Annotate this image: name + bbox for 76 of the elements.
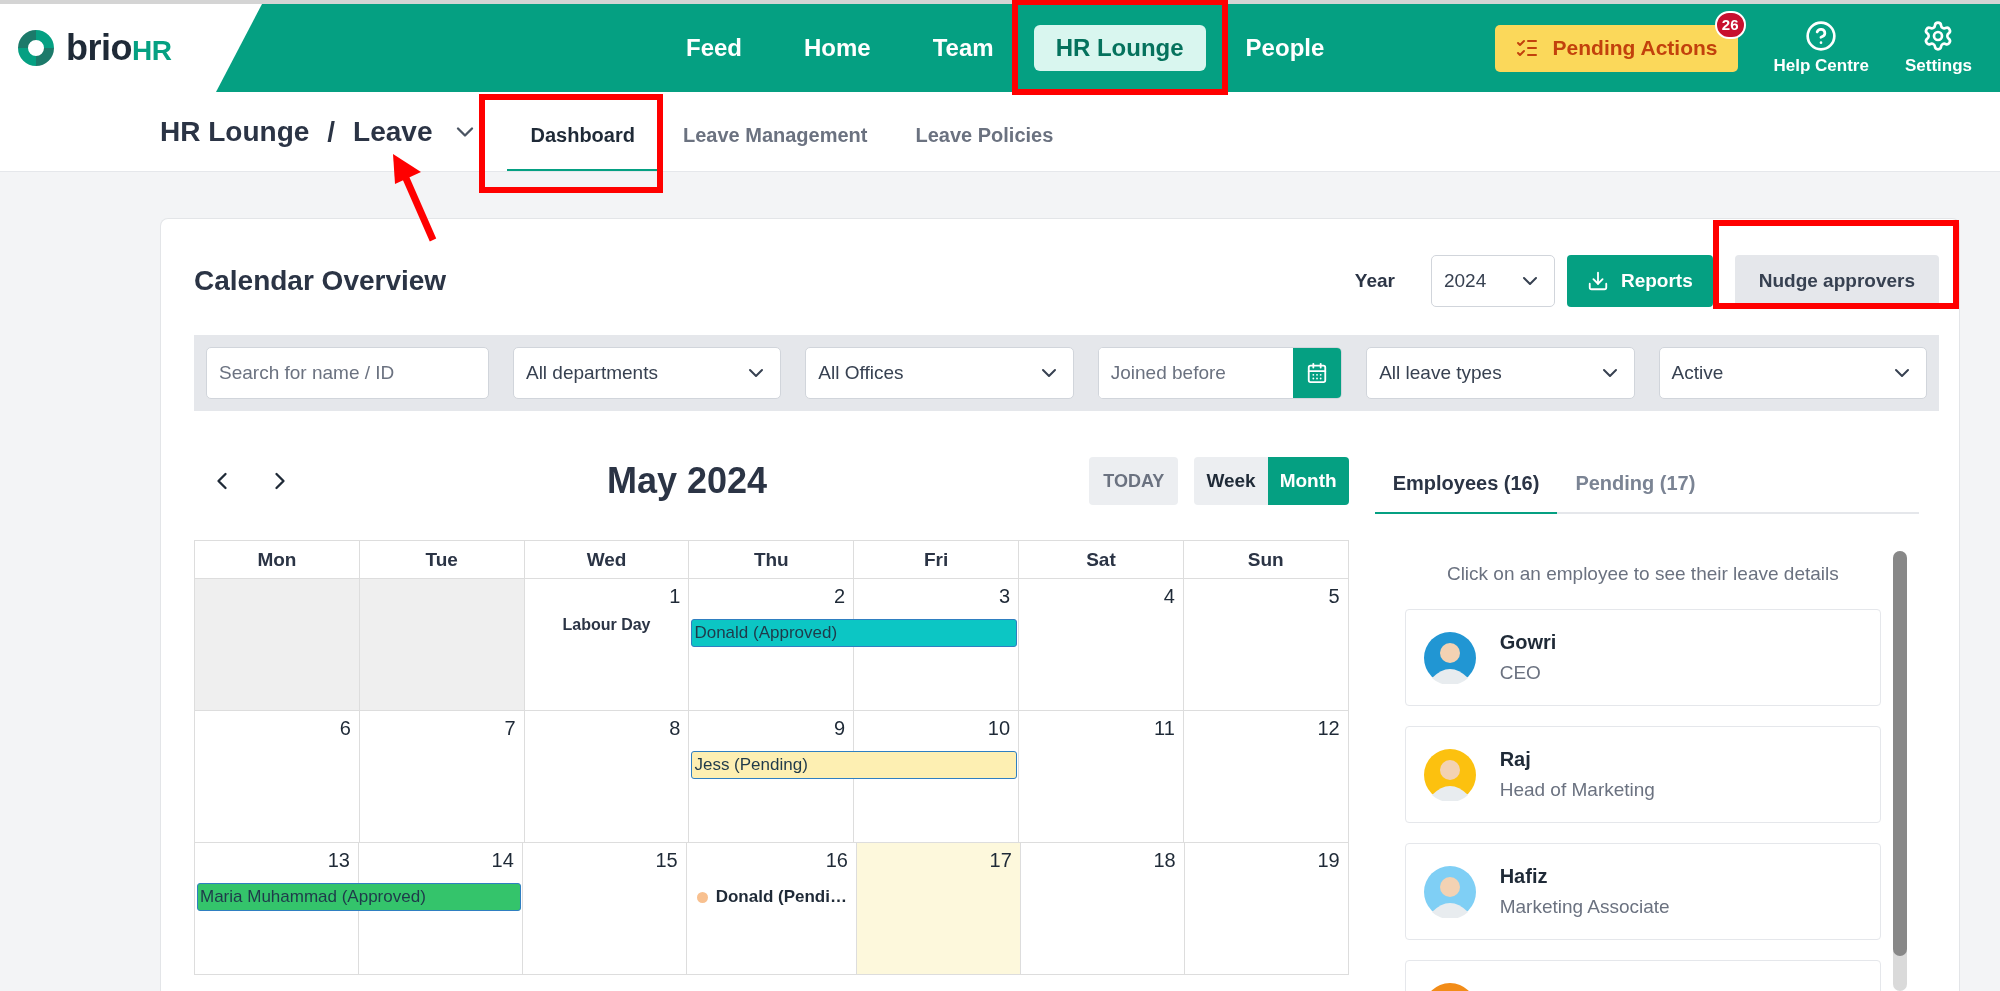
filter-dropdown[interactable]: Active (1658, 347, 1927, 399)
day-number: 18 (1153, 849, 1176, 872)
day-number: 19 (1317, 849, 1340, 872)
year-dropdown[interactable]: 2024 (1430, 255, 1555, 307)
leave-event[interactable]: Donald (Approved) (691, 619, 1018, 647)
day-number: 11 (1154, 717, 1175, 740)
day-cell[interactable]: 17 (856, 843, 1021, 975)
leave-event[interactable]: Maria Muhammad (Approved) (197, 883, 521, 911)
leave-event[interactable]: Donald (Pendi… (715, 887, 847, 907)
day-number: 13 (327, 849, 350, 872)
download-icon (1586, 270, 1609, 292)
employee-role: Head of Marketing (1499, 779, 1655, 801)
breadcrumb-section[interactable]: HR Lounge (160, 115, 310, 148)
breadcrumb-page[interactable]: Leave (353, 115, 433, 148)
day-number: 16 (825, 849, 848, 872)
today-button[interactable]: TODAY (1089, 457, 1179, 505)
calendar-icon (1306, 362, 1329, 384)
day-number: 3 (998, 585, 1011, 608)
date-field[interactable]: Joined before (1097, 347, 1343, 399)
day-number: 7 (504, 717, 516, 740)
day-cell[interactable]: 18 (1020, 843, 1185, 975)
employee-card[interactable]: Raj Head of Marketing (1404, 726, 1881, 823)
search-field[interactable]: Search for name / ID (206, 347, 489, 399)
card-title: Calendar Overview (194, 265, 447, 297)
day-number: 17 (989, 849, 1012, 872)
day-cell[interactable]: 8 (524, 711, 690, 843)
breadcrumb-separator: / (327, 115, 336, 148)
employee-role: Marketing Associate (1499, 896, 1670, 918)
scrollbar[interactable] (1893, 551, 1907, 991)
calendar-button[interactable] (1293, 348, 1342, 398)
year-label: Year (1354, 270, 1395, 292)
page-tab[interactable]: Leave Management (658, 124, 892, 171)
day-cell[interactable]: 4 (1019, 579, 1184, 711)
employee-name: Gowri (1499, 631, 1557, 654)
employee-card[interactable]: Gowri CEO (1404, 609, 1881, 706)
day-number: 9 (834, 717, 846, 740)
day-number: 12 (1317, 717, 1340, 740)
day-cell[interactable]: 5 (1183, 579, 1349, 711)
day-number: 1 (669, 585, 681, 608)
day-number: 10 (987, 717, 1011, 740)
day-number: 15 (655, 849, 678, 872)
day-number: 6 (339, 717, 351, 740)
day-cell[interactable]: 1 Labour Day (524, 579, 690, 711)
filter-dropdown[interactable]: All leave types (1366, 347, 1635, 399)
day-cell[interactable] (195, 579, 360, 711)
filter-dropdown[interactable]: All Offices (805, 347, 1074, 399)
employee-name: Hafiz (1499, 865, 1549, 888)
day-number: 5 (1328, 585, 1340, 608)
notification-badge: 26 (1714, 10, 1746, 39)
day-number: 2 (834, 585, 846, 608)
filter-dropdown[interactable]: All departments (512, 347, 782, 399)
day-number: 8 (669, 717, 681, 740)
day-number: 14 (491, 849, 514, 872)
view-toggle[interactable]: Week (1194, 457, 1268, 505)
month-title: May 2024 (605, 460, 769, 502)
day-cell[interactable]: 19 (1184, 843, 1349, 975)
page-tab[interactable]: Leave Policies (891, 124, 1078, 171)
day-cell[interactable]: 6 (195, 711, 360, 843)
leave-event[interactable]: Jess (Pending) (691, 751, 1018, 779)
day-cell[interactable] (359, 579, 525, 711)
holiday-label: Labour Day (562, 616, 651, 634)
employee-name: Raj (1499, 748, 1532, 771)
nav-item[interactable]: HR Lounge (1033, 25, 1206, 71)
employee-role: CEO (1499, 662, 1542, 684)
day-number: 4 (1163, 585, 1175, 608)
brand-name: brioHR (66, 27, 172, 69)
hint-text: Click on an employee to see their leave details (1445, 563, 1840, 585)
panel-tab[interactable]: Employees (16) (1374, 472, 1558, 514)
day-cell[interactable]: 15 (522, 843, 687, 975)
day-cell[interactable]: 12 (1183, 711, 1349, 843)
day-cell[interactable]: 11 (1019, 711, 1184, 843)
help-icon (1805, 20, 1838, 52)
panel-tab[interactable]: Pending (17) (1557, 472, 1714, 514)
page-tab[interactable]: Dashboard (506, 124, 659, 171)
employee-card[interactable]: Hafiz Marketing Associate (1404, 843, 1881, 940)
day-cell[interactable]: 7 (359, 711, 525, 843)
